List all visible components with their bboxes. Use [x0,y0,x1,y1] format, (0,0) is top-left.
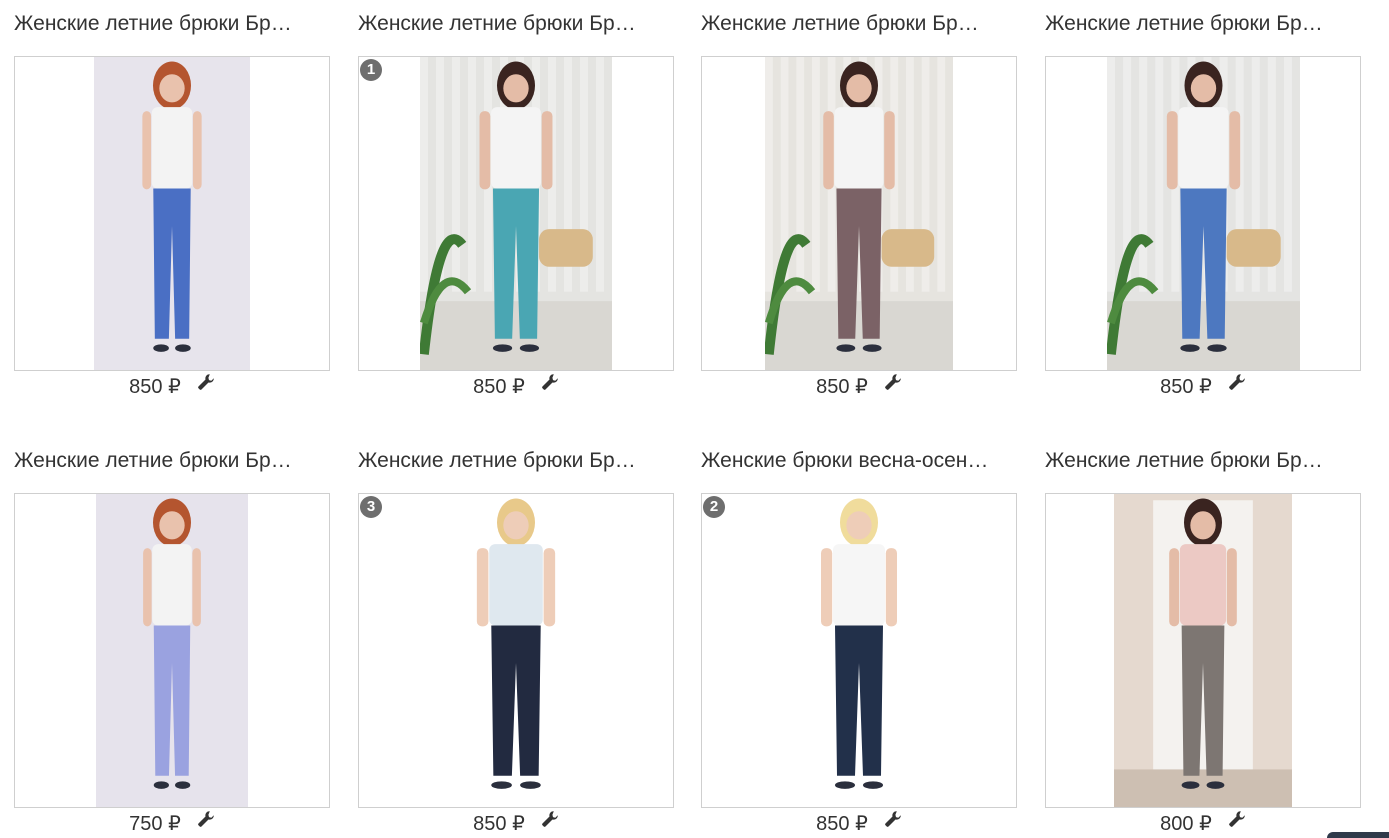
product-title[interactable]: Женские летние брюки Бр… [358,447,658,475]
product-photo-svg [1107,57,1300,370]
price-row: 800 ₽ [1045,810,1361,835]
price-row: 850 ₽ [1045,373,1361,398]
product-title[interactable]: Женские летние брюки Бр… [358,10,658,38]
product-price: 850 ₽ [473,376,525,398]
product-photo-svg [420,57,612,370]
product-image[interactable] [14,493,330,808]
product-photo [759,494,959,807]
product-photo-svg [765,57,953,370]
wrench-icon[interactable] [1228,373,1246,391]
wrench-icon[interactable] [541,373,559,391]
product-image[interactable]: 1 [358,56,674,371]
scroll-widget[interactable] [1327,832,1389,838]
number-badge: 2 [703,496,725,518]
product-photo-svg [1114,494,1292,807]
price-row: 850 ₽ [358,810,674,835]
number-badge: 1 [360,59,382,81]
price-row: 850 ₽ [14,373,330,398]
product-price: 850 ₽ [816,376,868,398]
product-title[interactable]: Женские летние брюки Бр… [701,10,1001,38]
wrench-icon[interactable] [884,373,902,391]
price-row: 850 ₽ [701,373,1017,398]
product-photo-svg [759,494,959,807]
price-row: 850 ₽ [701,810,1017,835]
product-title[interactable]: Женские летние брюки Бр… [14,10,314,38]
product-price: 850 ₽ [473,813,525,835]
wrench-icon[interactable] [884,810,902,828]
product-image[interactable] [14,56,330,371]
wrench-icon[interactable] [541,810,559,828]
product-price: 850 ₽ [816,813,868,835]
product-title[interactable]: Женские летние брюки Бр… [1045,10,1345,38]
product-photo [765,57,953,370]
price-row: 750 ₽ [14,810,330,835]
product-image[interactable]: 3 [358,493,674,808]
product-price: 750 ₽ [129,813,181,835]
number-badge: 3 [360,496,382,518]
product-title[interactable]: Женские брюки весна-осен… [701,447,1001,475]
product-price: 800 ₽ [1160,813,1212,835]
wrench-icon[interactable] [197,373,215,391]
product-price: 850 ₽ [129,376,181,398]
product-photo-svg [413,494,619,807]
product-title[interactable]: Женские летние брюки Бр… [1045,447,1345,475]
product-image[interactable] [1045,493,1361,808]
product-photo [96,494,248,807]
product-photo [413,494,619,807]
product-price: 850 ₽ [1160,376,1212,398]
price-row: 850 ₽ [358,373,674,398]
product-title[interactable]: Женские летние брюки Бр… [14,447,314,475]
product-photo [94,57,250,370]
product-photo [420,57,612,370]
product-photo-svg [96,494,248,807]
wrench-icon[interactable] [197,810,215,828]
product-photo-svg [94,57,250,370]
product-image[interactable] [1045,56,1361,371]
product-image[interactable] [701,56,1017,371]
product-photo [1114,494,1292,807]
product-image[interactable]: 2 [701,493,1017,808]
product-photo [1107,57,1300,370]
wrench-icon[interactable] [1228,810,1246,828]
